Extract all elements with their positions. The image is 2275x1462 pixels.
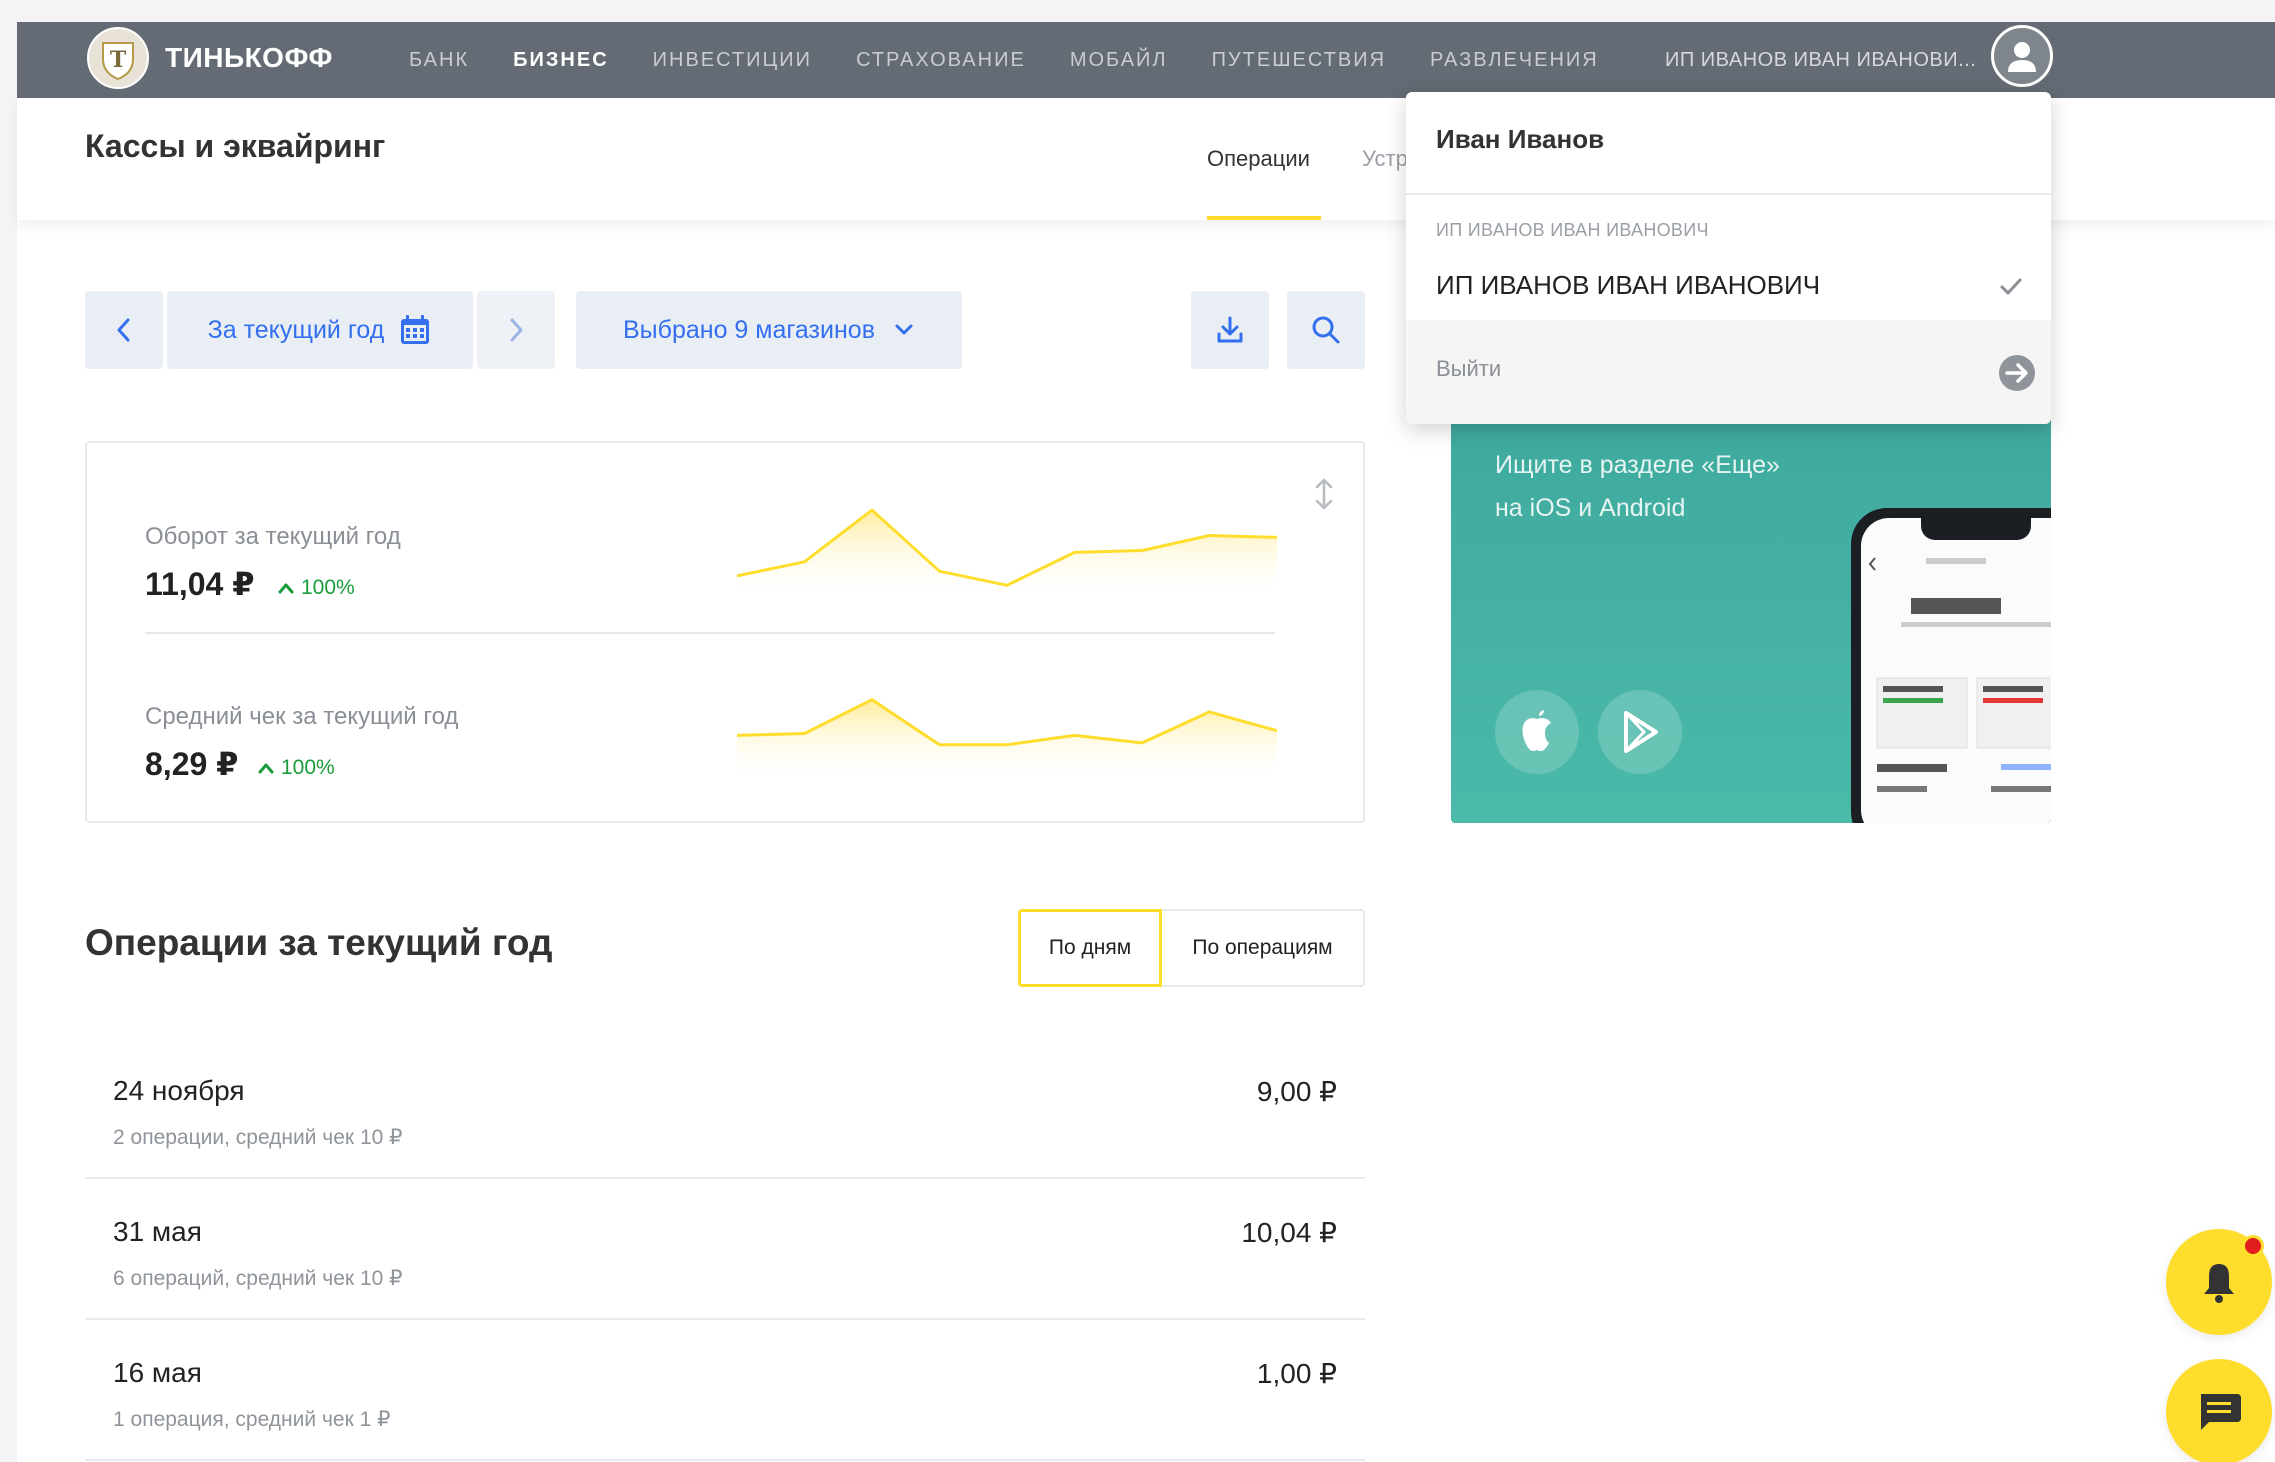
previous-period-button[interactable] bbox=[85, 291, 163, 369]
chat-button[interactable] bbox=[2166, 1359, 2272, 1462]
operation-summary: 6 операций, средний чек 10 ₽ bbox=[113, 1267, 403, 1290]
by-days-toggle[interactable]: По дням bbox=[1018, 909, 1162, 987]
operation-amount: 9,00 ₽ bbox=[1256, 1076, 1337, 1107]
avg-check-change: 100% bbox=[257, 756, 335, 780]
nav-business[interactable]: БИЗНЕС bbox=[513, 49, 609, 72]
dropdown-section-label: ИП ИВАНОВ ИВАН ИВАНОВИЧ bbox=[1436, 220, 1709, 240]
logout-menu-item[interactable]: Выйти bbox=[1406, 320, 2051, 424]
operation-day-row[interactable]: 31 мая 6 операций, средний чек 10 ₽ 10,0… bbox=[85, 1180, 1365, 1320]
promo-text: Ищите в разделе «Еще» на iOS и Android bbox=[1495, 444, 1855, 530]
google-play-icon bbox=[1624, 711, 1658, 753]
nav-entertainment[interactable]: РАЗВЛЕЧЕНИЯ bbox=[1430, 49, 1599, 72]
store-selector-dropdown[interactable]: Выбрано 9 магазинов bbox=[576, 291, 962, 369]
store-selector-label: Выбрано 9 магазинов bbox=[623, 315, 875, 344]
promo-text-line2: на iOS и Android bbox=[1495, 494, 1686, 522]
user-avatar-icon[interactable] bbox=[1991, 25, 2053, 87]
turnover-sparkline bbox=[737, 508, 1277, 598]
avg-check-value: 8,29 ₽ bbox=[145, 746, 239, 782]
operation-date: 16 мая bbox=[113, 1357, 202, 1388]
main-nav: БАНК БИЗНЕС ИНВЕСТИЦИИ СТРАХОВАНИЕ МОБАЙ… bbox=[409, 22, 1643, 98]
turnover-change-value: 100% bbox=[301, 576, 355, 599]
avg-check-label: Средний чек за текущий год bbox=[145, 703, 459, 730]
nav-bank[interactable]: БАНК bbox=[409, 49, 469, 72]
dropdown-company-option[interactable]: ИП ИВАНОВ ИВАН ИВАНОВИЧ bbox=[1436, 270, 1820, 301]
app-store-button[interactable] bbox=[1495, 690, 1579, 774]
logout-arrow-icon bbox=[1999, 355, 2035, 391]
period-label: За текущий год bbox=[207, 315, 385, 344]
phone-mockup-image bbox=[1851, 508, 2051, 823]
turnover-value: 11,04 ₽ bbox=[145, 566, 255, 602]
app-window: Т ТИНЬКОФФ БАНК БИЗНЕС ИНВЕСТИЦИИ СТРАХО… bbox=[17, 22, 2275, 1462]
avg-check-change-value: 100% bbox=[281, 756, 335, 779]
avg-check-sparkline bbox=[737, 698, 1277, 781]
expand-icon[interactable] bbox=[1309, 477, 1339, 511]
by-operations-toggle[interactable]: По операциям bbox=[1160, 909, 1365, 987]
google-play-button[interactable] bbox=[1598, 690, 1682, 774]
tinkoff-emblem-icon: Т bbox=[83, 25, 153, 91]
dropdown-user-name: Иван Иванов bbox=[1436, 124, 1605, 154]
nav-mobile[interactable]: МОБАЙЛ bbox=[1070, 49, 1168, 72]
stats-card: Оборот за текущий год 11,04 ₽ 100% Средн… bbox=[85, 441, 1365, 823]
bell-icon bbox=[2204, 1264, 2234, 1303]
tab-operations[interactable]: Операции bbox=[1207, 98, 1321, 220]
download-button[interactable] bbox=[1191, 291, 1269, 369]
operation-date: 24 ноября bbox=[113, 1075, 245, 1106]
chat-icon bbox=[2201, 1394, 2241, 1430]
operation-day-row[interactable]: 16 мая 1 операция, средний чек 1 ₽ 1,00 … bbox=[85, 1321, 1365, 1461]
nav-travel[interactable]: ПУТЕШЕСТВИЯ bbox=[1212, 49, 1386, 72]
avg-check-sparkline-area bbox=[737, 699, 1277, 781]
operation-summary: 1 операция, средний чек 1 ₽ bbox=[113, 1408, 391, 1431]
logout-label: Выйти bbox=[1436, 356, 1502, 381]
arrow-up-icon bbox=[258, 763, 274, 774]
nav-investments[interactable]: ИНВЕСТИЦИИ bbox=[653, 49, 812, 72]
next-period-button[interactable] bbox=[477, 291, 555, 369]
operation-amount: 10,04 ₽ bbox=[1241, 1217, 1337, 1248]
promo-text-line1: Ищите в разделе «Еще» bbox=[1495, 451, 1780, 479]
chevron-down-icon bbox=[895, 324, 913, 335]
account-dropdown-menu: Иван Иванов ИП ИВАНОВ ИВАН ИВАНОВИЧ ИП И… bbox=[1406, 92, 2051, 424]
chevron-left-icon bbox=[117, 318, 130, 342]
operation-day-row[interactable]: 24 ноября 2 операции, средний чек 10 ₽ 9… bbox=[85, 1039, 1365, 1179]
search-icon bbox=[1312, 316, 1340, 344]
turnover-label: Оборот за текущий год bbox=[145, 523, 401, 550]
search-button[interactable] bbox=[1287, 291, 1365, 369]
turnover-change: 100% bbox=[277, 576, 355, 600]
dropdown-divider bbox=[1406, 193, 2051, 195]
user-account-name[interactable]: ИП ИВАНОВ ИВАН ИВАНОВИ... bbox=[1665, 22, 1976, 98]
mobile-app-promo: Ищите в разделе «Еще» на iOS и Android bbox=[1451, 420, 2051, 823]
top-navigation-bar: Т ТИНЬКОФФ БАНК БИЗНЕС ИНВЕСТИЦИИ СТРАХО… bbox=[17, 22, 2275, 98]
operation-date: 31 мая bbox=[113, 1216, 202, 1247]
operation-amount: 1,00 ₽ bbox=[1256, 1358, 1337, 1389]
period-selector-button[interactable]: За текущий год bbox=[167, 291, 473, 369]
calendar-icon bbox=[401, 315, 430, 344]
chevron-right-icon bbox=[510, 318, 523, 342]
svg-text:Т: Т bbox=[110, 47, 127, 73]
download-icon bbox=[1217, 316, 1243, 343]
notifications-button[interactable] bbox=[2166, 1229, 2272, 1335]
operations-section-title: Операции за текущий год bbox=[85, 922, 553, 963]
stats-divider bbox=[145, 632, 1275, 634]
arrow-up-icon bbox=[278, 583, 294, 594]
nav-insurance[interactable]: СТРАХОВАНИЕ bbox=[856, 49, 1026, 72]
operation-summary: 2 операции, средний чек 10 ₽ bbox=[113, 1126, 403, 1149]
apple-icon bbox=[1522, 710, 1551, 751]
tinkoff-logo[interactable]: Т ТИНЬКОФФ bbox=[83, 25, 333, 91]
notification-badge bbox=[2242, 1235, 2264, 1257]
logo-text: ТИНЬКОФФ bbox=[165, 42, 333, 73]
page-title: Кассы и эквайринг bbox=[85, 128, 386, 164]
check-icon bbox=[2000, 278, 2022, 295]
